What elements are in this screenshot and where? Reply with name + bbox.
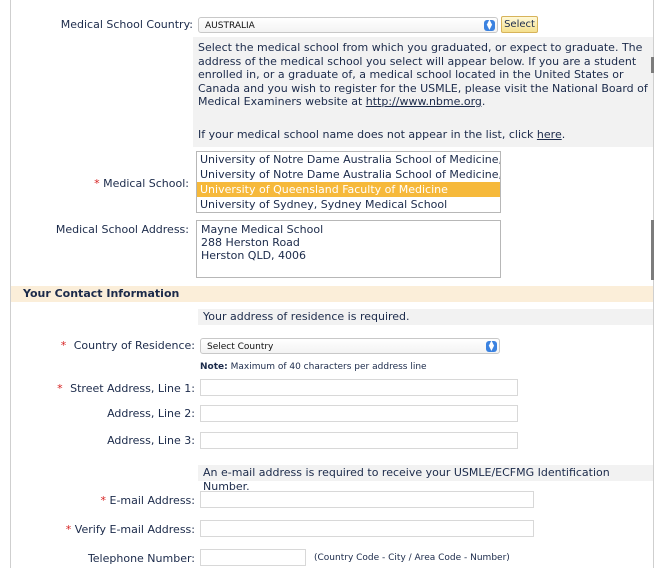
required-mark: * [57,382,63,395]
email-input[interactable] [200,491,534,508]
medical-school-country-value: AUSTRALIA [205,21,255,31]
country-residence-value: Select Country [207,342,274,352]
address-line: 288 Herston Road [201,236,300,249]
list-option[interactable]: University of Sydney, Sydney Medical Sch… [197,197,500,212]
chevron-updown-icon: ▲ ▼ [486,340,497,352]
nbme-link[interactable]: http://www.nbme.org [366,95,482,108]
email-label: * E-mail Address: [11,494,196,507]
required-mark: * [65,523,72,536]
registration-form: Medical School Country: AUSTRALIA ▲ ▼ Sel… [10,0,654,568]
period-text-2: . [561,128,566,141]
period-text: . [481,95,486,108]
school-address-textarea[interactable]: Mayne Medical School 288 Herston Road He… [196,220,501,278]
medical-school-country-label: Medical School Country: [60,18,193,31]
telephone-label: Telephone Number: [87,552,195,565]
verify-email-label: * Verify E-mail Address: [11,523,195,536]
medical-school-listbox[interactable]: University of Notre Dame Australia Schoo… [196,151,501,213]
street2-label: Address, Line 2: [107,407,195,420]
email-label-text: E-mail Address: [109,494,196,507]
list-option-selected[interactable]: University of Queensland Faculty of Medi… [197,182,500,197]
telephone-input[interactable] [200,549,306,566]
required-mark: * [94,177,100,190]
medical-school-label: * Medical School: [11,177,189,190]
country-residence-label-text: Country of Residence: [73,339,195,352]
telephone-hint: (Country Code - City / Area Code - Numbe… [314,553,510,563]
required-mark: * [60,339,67,352]
note-bold: Note: [200,362,228,372]
verify-email-label-text: Verify E-mail Address: [74,523,195,536]
country-residence-label: * Country of Residence: [11,339,195,352]
list-option[interactable]: University of Notre Dame Australia Schoo… [197,152,500,167]
max-chars-note: Note: Maximum of 40 characters per addre… [200,362,427,372]
street3-label: Address, Line 3: [107,434,195,447]
school-address-label: Medical School Address: [55,223,189,236]
select-button[interactable]: Select [501,16,538,33]
street1-label-text: Street Address, Line 1: [70,382,195,395]
country-residence-select[interactable]: Select Country ▲ ▼ [200,338,500,354]
medical-school-label-text: Medical School: [103,177,189,190]
list-option[interactable]: University of Notre Dame Australia Schoo… [197,167,500,182]
school-help-text: Select the medical school from which you… [198,41,648,109]
street1-label: * Street Address, Line 1: [11,382,195,395]
school-not-listed-prefix: If your medical school name does not app… [198,128,534,141]
scroll-indicator [651,220,654,280]
here-link[interactable]: here [537,128,562,141]
note-text: Maximum of 40 characters per address lin… [230,362,427,372]
email-note: An e-mail address is required to receive… [203,466,610,493]
contact-section-header: Your Contact Information [11,286,653,302]
street1-input[interactable] [200,379,518,396]
medical-school-country-select[interactable]: AUSTRALIA ▲ ▼ [198,17,498,33]
verify-email-input[interactable] [200,520,534,537]
street2-input[interactable] [200,405,518,422]
address-line: Mayne Medical School [201,223,324,236]
chevron-updown-icon: ▲ ▼ [484,19,495,31]
address-line: Herston QLD, 4006 [201,249,307,262]
residence-note: Your address of residence is required. [203,310,410,323]
required-mark: * [100,494,107,507]
school-not-listed-text: If your medical school name does not app… [198,128,648,142]
scroll-indicator [651,57,654,73]
street3-input[interactable] [200,432,518,449]
